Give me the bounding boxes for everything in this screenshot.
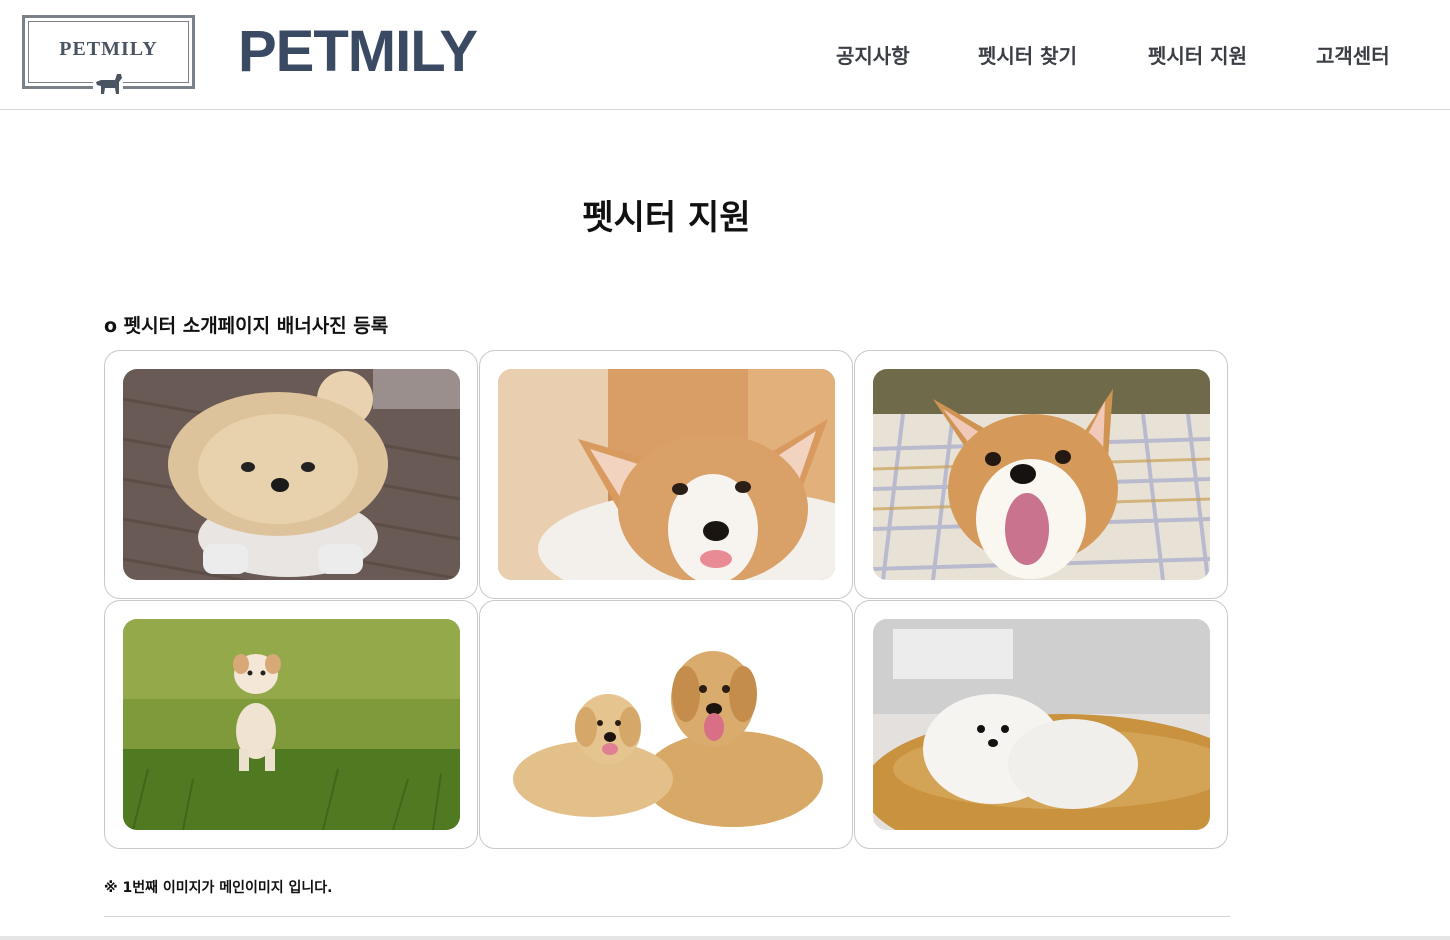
- banner-photo-grid: [104, 350, 1230, 851]
- page-title: 펫시터 지원: [582, 198, 751, 238]
- logo[interactable]: PETMILY: [22, 15, 195, 102]
- dog-icon: [93, 68, 123, 102]
- brand-name[interactable]: PETMILY: [238, 18, 478, 85]
- nav-customer-center[interactable]: 고객센터: [1316, 40, 1390, 69]
- divider: [104, 916, 1230, 917]
- dog-photo: [123, 619, 460, 830]
- dog-photo: [498, 369, 835, 580]
- nav-find-sitter[interactable]: 펫시터 찾기: [978, 40, 1077, 69]
- dog-photo: [498, 619, 835, 830]
- main-image-note: ※ 1번째 이미지가 메인이미지 입니다.: [104, 880, 333, 896]
- photo-slot-2[interactable]: [479, 350, 853, 599]
- nav-notice[interactable]: 공지사항: [836, 40, 910, 69]
- photo-slot-3[interactable]: [854, 350, 1228, 599]
- photo-slot-6[interactable]: [854, 600, 1228, 849]
- photo-slot-5[interactable]: [479, 600, 853, 849]
- dog-photo: [873, 369, 1210, 580]
- section-label: o 펫시터 소개페이지 배너사진 등록: [104, 315, 389, 337]
- logo-text: PETMILY: [59, 38, 158, 60]
- dog-photo: [123, 369, 460, 580]
- dog-photo: [873, 619, 1210, 830]
- photo-slot-1[interactable]: [104, 350, 478, 599]
- photo-slot-4[interactable]: [104, 600, 478, 849]
- scrollbar[interactable]: [0, 936, 1450, 940]
- nav-apply-sitter[interactable]: 펫시터 지원: [1148, 40, 1247, 69]
- site-header: PETMILY PETMILY 공지사항 펫시터 찾기 펫시터 지원 고객센터: [0, 0, 1450, 110]
